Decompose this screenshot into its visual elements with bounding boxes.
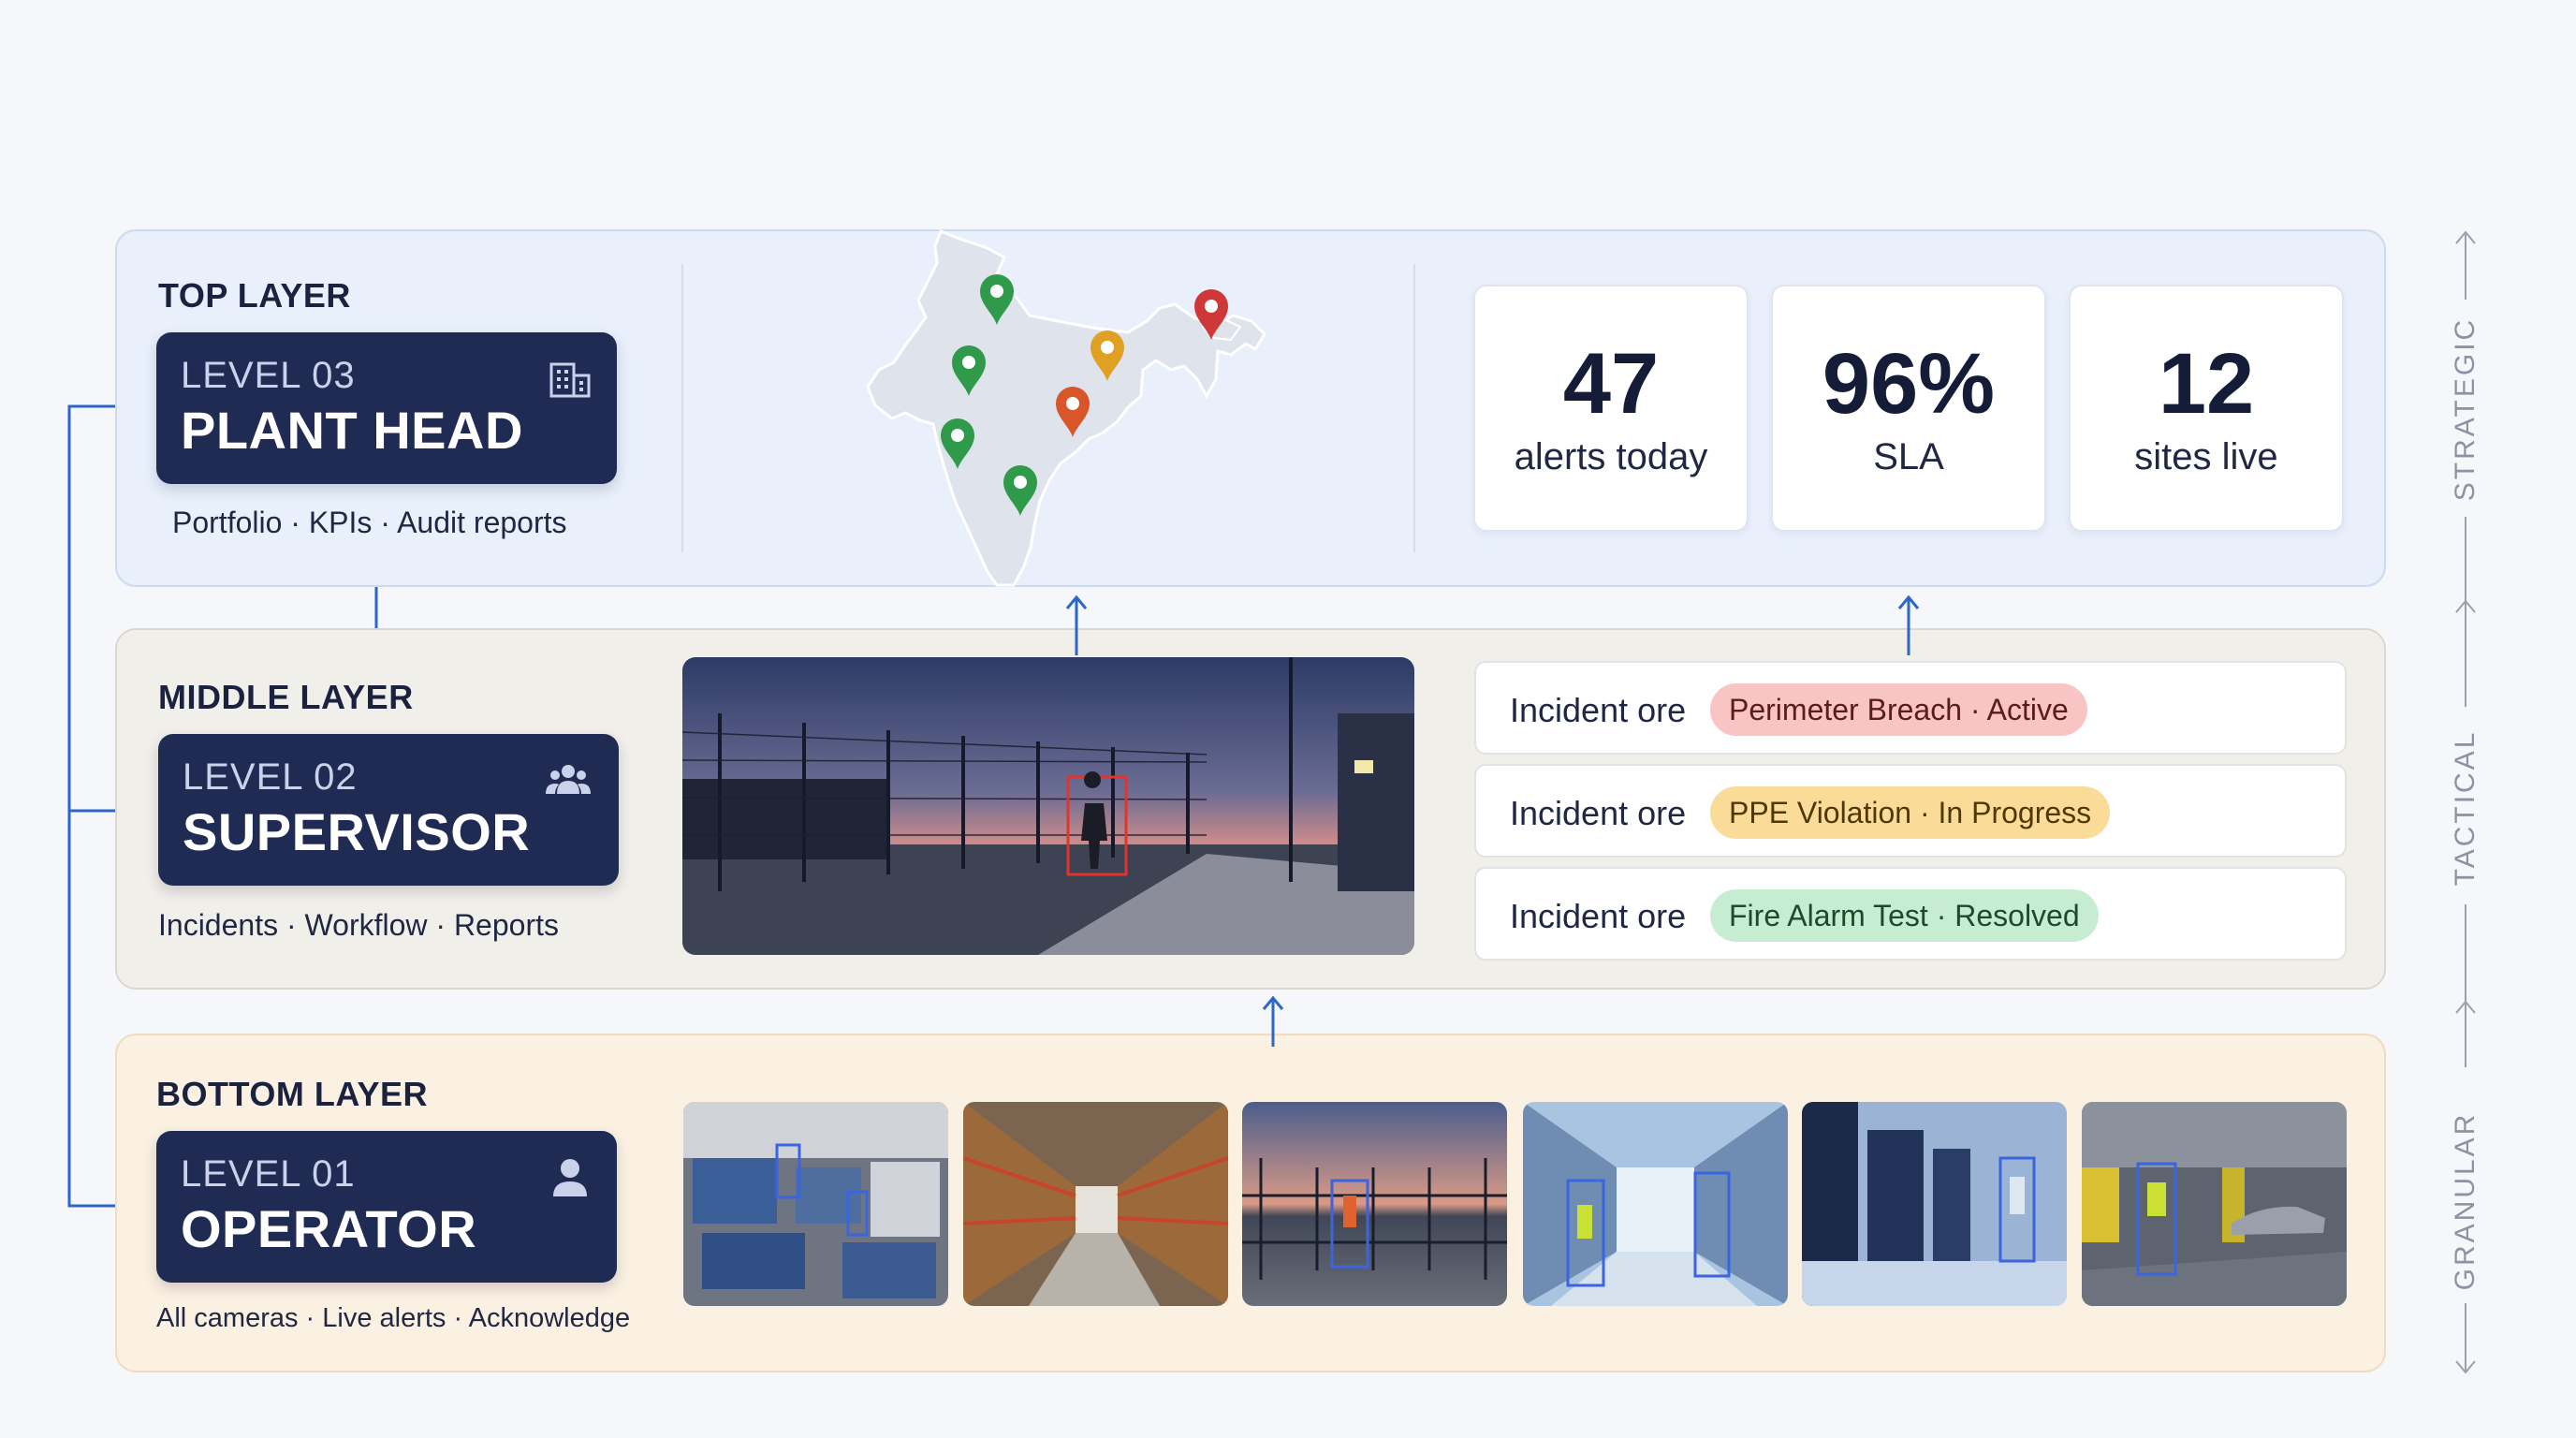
scale-label-granular: GRANULAR <box>2450 1111 2481 1291</box>
scale-label-strategic: STRATEGIC <box>2450 316 2481 502</box>
scale-axis <box>2455 230 2476 1374</box>
scale-label-tactical: TACTICAL <box>2450 729 2481 887</box>
